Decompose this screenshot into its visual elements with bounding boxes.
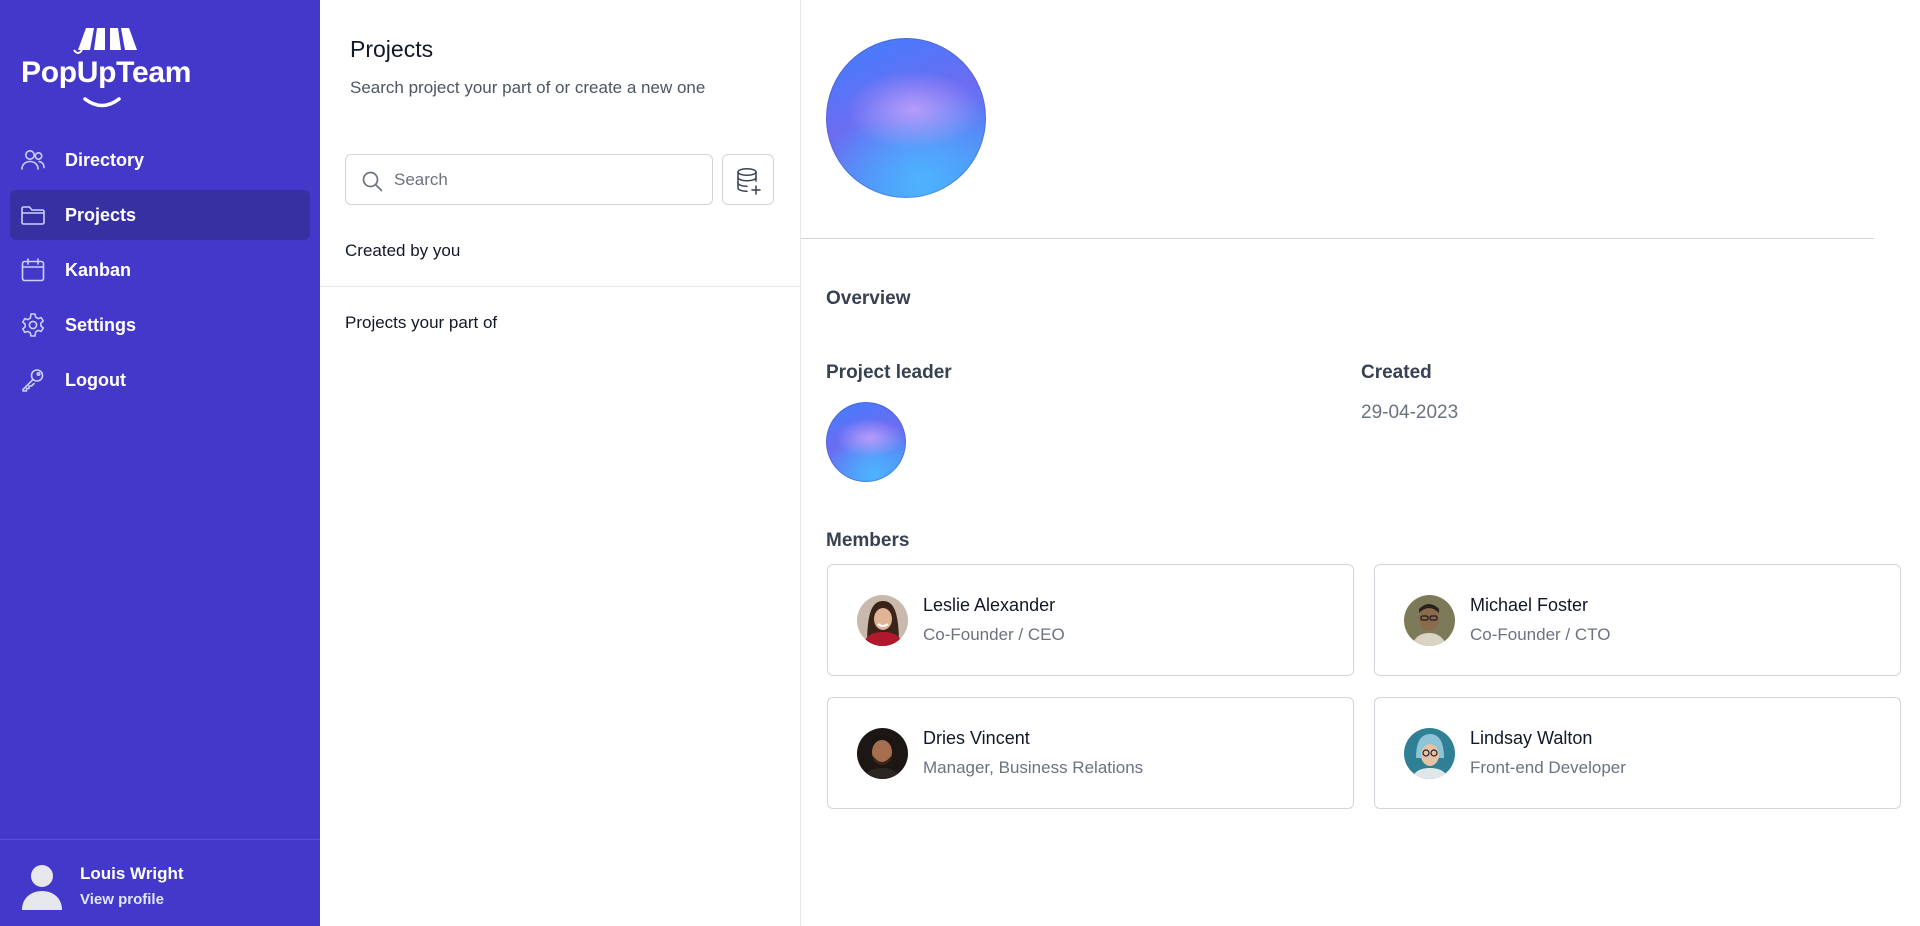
member-avatar [857,595,908,646]
member-avatar [1404,595,1455,646]
projects-part-of-section[interactable]: Projects your part of [345,313,497,333]
sidebar: PopUpTeam Directory Projects Kanban Sett… [0,0,320,926]
users-icon [21,150,45,170]
member-name: Dries Vincent [923,728,1030,748]
sidebar-item-label: Settings [65,315,137,335]
member-role: Front-end Developer [1470,758,1626,777]
awning-icon [73,28,137,54]
project-avatar [826,38,986,198]
member-name: Leslie Alexander [923,595,1056,615]
search-box[interactable] [345,154,713,205]
search-icon [362,171,383,192]
sidebar-nav: Directory Projects Kanban Settings Logou… [10,135,310,410]
member-role: Co-Founder / CEO [923,625,1065,644]
database-plus-icon [737,167,761,195]
header-divider [801,238,1874,239]
created-by-you-section[interactable]: Created by you [345,241,460,261]
sidebar-item-projects[interactable]: Projects [10,190,310,240]
member-card[interactable]: Lindsay Walton Front-end Developer [1374,697,1901,809]
projects-panel: Projects Search project your part of or … [320,0,801,926]
project-leader-heading: Project leader [826,362,952,383]
panel-subtitle: Search project your part of or create a … [350,78,706,97]
member-avatar [857,728,908,779]
calendar-icon [21,258,45,282]
overview-heading: Overview [826,288,911,309]
key-icon [22,369,44,392]
created-heading: Created [1361,362,1432,383]
view-profile-link[interactable]: View profile [80,891,164,908]
gear-icon [22,313,44,337]
create-project-button[interactable] [722,154,774,205]
member-card[interactable]: Dries Vincent Manager, Business Relation… [827,697,1354,809]
project-leader-avatar[interactable] [826,402,906,482]
member-avatar [1404,728,1455,779]
member-role: Co-Founder / CTO [1470,625,1611,644]
brand-name: PopUpTeam [21,56,192,89]
sidebar-item-label: Kanban [65,260,132,280]
sidebar-item-settings[interactable]: Settings [10,300,310,350]
members-heading: Members [826,530,910,551]
sidebar-item-directory[interactable]: Directory [10,135,310,185]
member-card[interactable]: Michael Foster Co-Founder / CTO [1374,564,1901,676]
avatar-placeholder-icon [22,865,62,910]
project-detail: Overview Project leader Created 29-04-20… [801,0,1920,926]
brand-logo[interactable]: PopUpTeam [20,26,200,108]
panel-title: Projects [350,36,434,62]
sidebar-item-logout[interactable]: Logout [10,355,310,405]
member-card[interactable]: Leslie Alexander Co-Founder / CEO [827,564,1354,676]
sidebar-item-label: Logout [65,370,126,390]
member-name: Lindsay Walton [1470,728,1593,748]
user-name: Louis Wright [80,864,184,883]
created-date: 29-04-2023 [1361,402,1459,423]
sidebar-item-label: Directory [65,150,145,170]
sidebar-item-label: Projects [65,205,137,225]
section-divider [320,286,800,287]
sidebar-item-kanban[interactable]: Kanban [10,245,310,295]
user-profile[interactable]: Louis Wright View profile [0,839,320,926]
folder-icon [21,206,45,225]
member-name: Michael Foster [1470,595,1589,615]
search-input[interactable] [394,165,694,195]
member-role: Manager, Business Relations [923,758,1144,777]
smile-mark [83,97,121,108]
